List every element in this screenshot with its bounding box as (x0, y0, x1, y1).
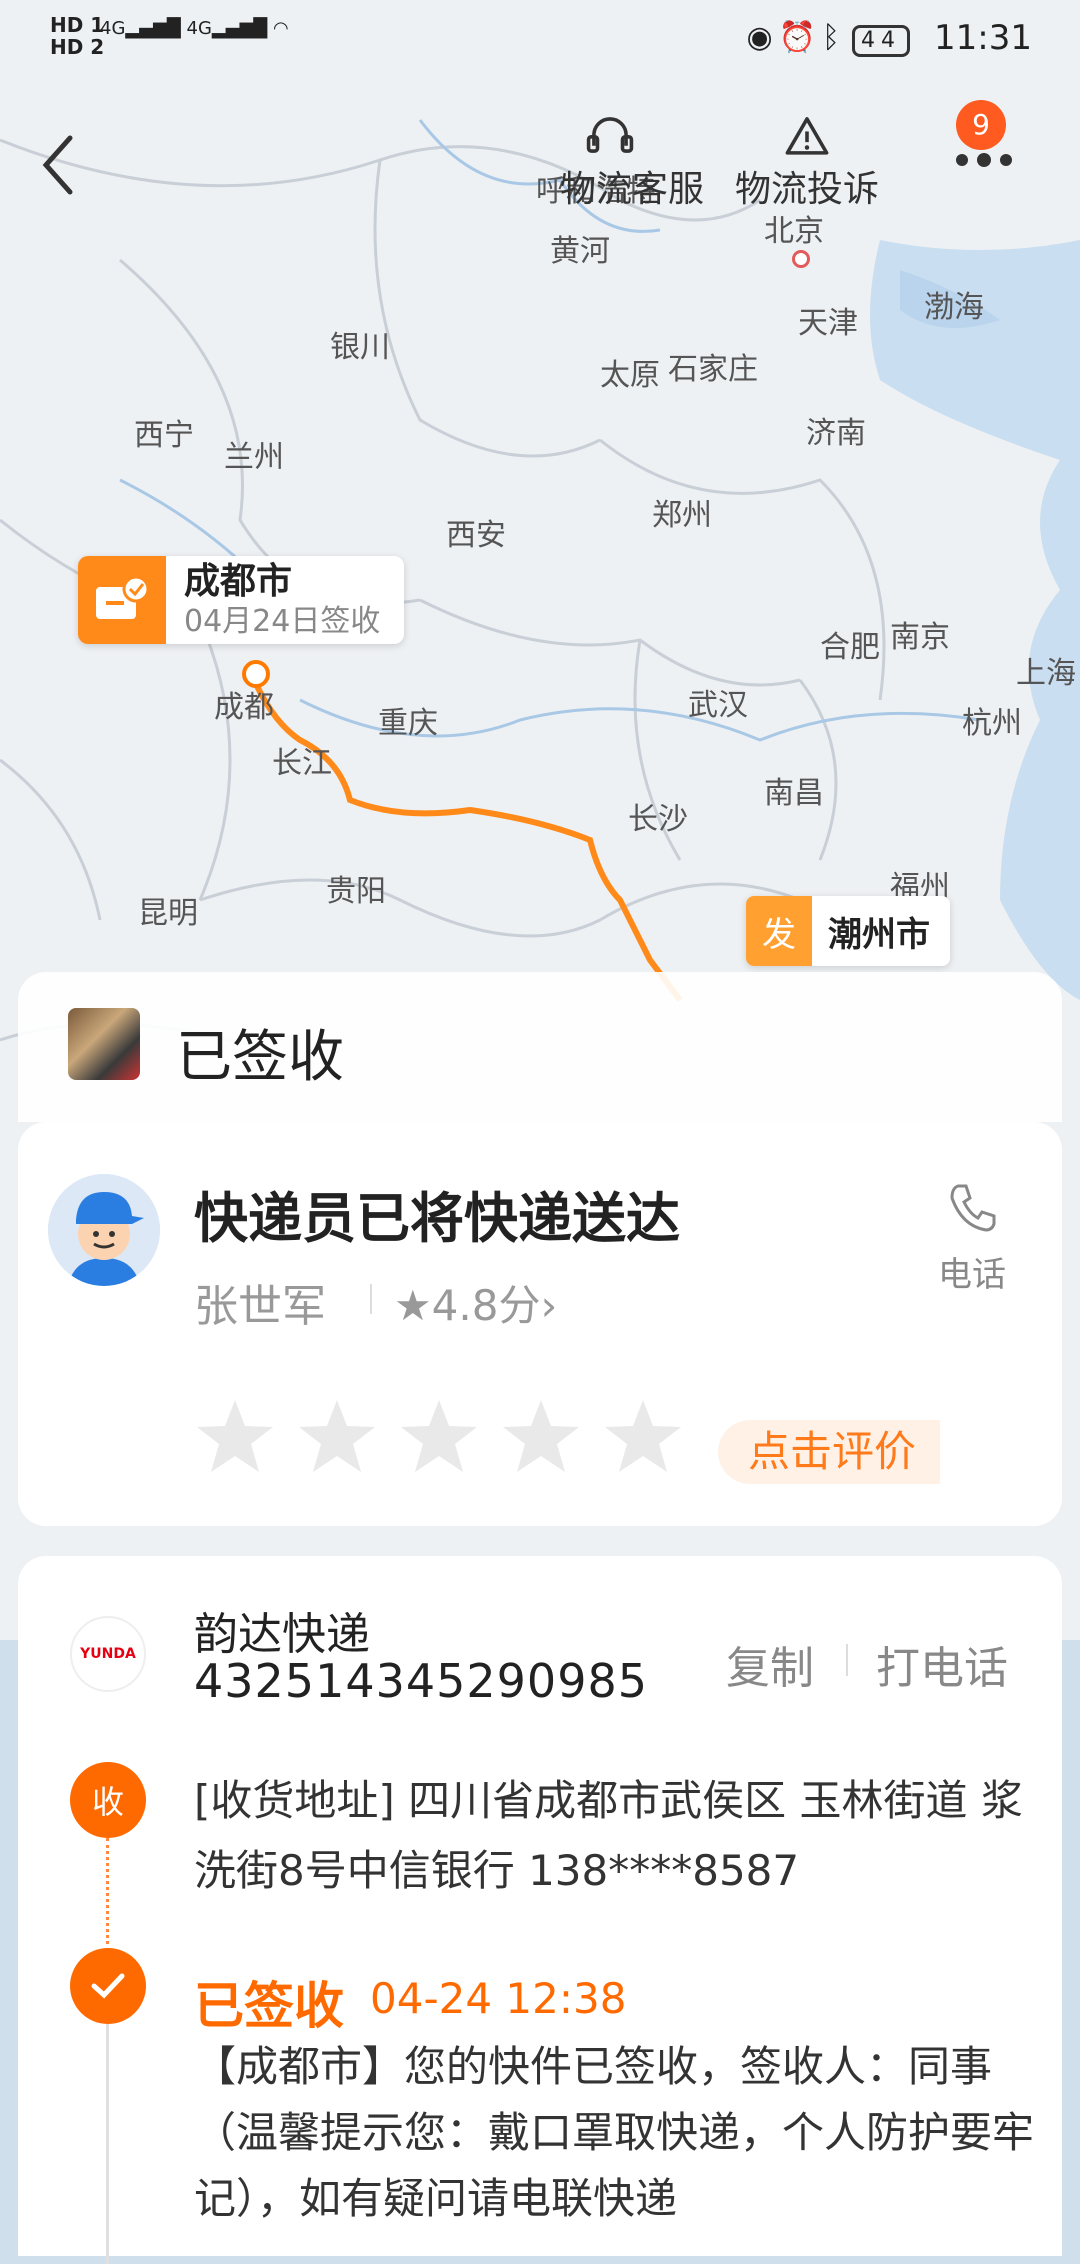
city-label: 天津 (798, 306, 858, 341)
system-icons: ◉⏰ᛒ 44 (746, 20, 910, 57)
chevron-left-icon (42, 135, 73, 195)
star-1-icon[interactable] (194, 1396, 276, 1478)
rate-button[interactable]: 点击评价 (718, 1420, 941, 1484)
destination-city: 成都市 (184, 561, 293, 602)
courier-rating[interactable]: ★4.8分› (394, 1272, 557, 1333)
divider (370, 1284, 372, 1314)
city-label: 昆明 (138, 896, 198, 931)
city-label: 贵阳 (326, 874, 386, 909)
chevron-right-icon: › (540, 1281, 558, 1330)
origin-city: 潮州市 (828, 914, 930, 955)
warning-icon (785, 117, 829, 155)
notification-badge: 9 (956, 100, 1006, 150)
battery-icon: 44 (852, 25, 910, 57)
city-label: 黄河 (550, 234, 610, 269)
star-4-icon[interactable] (500, 1396, 582, 1478)
city-label: 渤海 (924, 290, 984, 325)
package-status-title: 已签收 (176, 1025, 344, 1090)
signed-description: 【成都市】您的快件已签收，签收人：同事（温馨提示您：戴口罩取快递，个人防护要牢记… (194, 2042, 1035, 2223)
city-label: 西宁 (134, 418, 194, 453)
city-label: 南京 (890, 620, 950, 655)
package-thumbnail (68, 1008, 140, 1080)
city-label: 西安 (446, 518, 506, 553)
clock: 11:31 (934, 18, 1032, 58)
rating-stars[interactable] (194, 1396, 704, 1482)
destination-marker[interactable]: 成都市 04月24日签收 (78, 556, 405, 644)
destination-date: 04月24日签收 (184, 604, 381, 639)
sim1-label: HD 1 (50, 13, 105, 37)
carrier-name: 韵达快递 (194, 1609, 370, 1660)
city-label: 杭州 (962, 706, 1022, 741)
status-bar: HD 1 HD 2 4G▂▄▆█ 4G▂▄▆█ ◠ ◉⏰ᛒ 44 11:31 (0, 0, 1080, 80)
star-5-icon[interactable] (602, 1396, 684, 1478)
star-2-icon[interactable] (296, 1396, 378, 1478)
courier-card: 快递员已将快递送达 张世军 ★4.8分› 电话 点击评价 (18, 1122, 1062, 1526)
network2-label: 4G (186, 18, 212, 39)
timeline-connector (106, 1838, 109, 1944)
city-label: 长江 (272, 746, 332, 781)
city-label: 上海 (1016, 656, 1076, 691)
courier-name: 张世军 (194, 1281, 326, 1332)
city-label: 北京 (764, 206, 824, 268)
city-label: 重庆 (378, 706, 438, 741)
back-button[interactable] (36, 130, 86, 200)
tracking-number: 432514345290985 (194, 1654, 648, 1708)
origin-marker[interactable]: 发 潮州市 (746, 896, 950, 966)
rating-value: 4.8分 (431, 1281, 541, 1330)
copy-button[interactable]: 复制 (726, 1632, 814, 1696)
signed-status-title: 已签收 (194, 1977, 344, 2035)
signal-icon: 4G▂▄▆█ 4G▂▄▆█ ◠ (100, 18, 289, 39)
city-label: 合肥 (820, 630, 880, 665)
eye-icon: ◉ (746, 20, 779, 55)
check-icon (70, 1948, 146, 2024)
city-label: 成都 (214, 690, 274, 725)
sim-indicator: HD 1 HD 2 (50, 14, 104, 58)
delivery-address: [收货地址] 四川省成都市武侯区 玉林街道 浆洗街8号中信银行 138****8… (194, 1776, 1023, 1895)
city-label: 武汉 (688, 688, 748, 723)
logistics-service-label: 物流客服 (560, 169, 705, 210)
bluetooth-icon: ᛒ (822, 20, 846, 55)
city-label: 银川 (330, 330, 390, 365)
star-3-icon[interactable] (398, 1396, 480, 1478)
divider (846, 1644, 848, 1676)
alarm-icon: ⏰ (778, 20, 822, 55)
city-label: 郑州 (652, 498, 712, 533)
receive-address-icon: 收 (70, 1762, 146, 1838)
origin-tag: 发 (746, 896, 812, 966)
courier-delivered-title: 快递员已将快递送达 (194, 1187, 680, 1250)
city-label: 长沙 (628, 802, 688, 837)
phone-icon (950, 1184, 996, 1232)
courier-avatar (48, 1174, 160, 1286)
star-icon: ★ (394, 1281, 432, 1330)
yunda-logo: YUNDA (70, 1616, 146, 1692)
shipment-detail-card: YUNDA 韵达快递 432514345290985 复制 打电话 收 [收货地… (18, 1556, 1062, 2264)
city-label: 石家庄 (668, 352, 758, 387)
timeline-connector (106, 2024, 109, 2264)
logistics-complaint-label: 物流投诉 (734, 169, 879, 210)
city-label: 南昌 (764, 776, 824, 811)
call-button[interactable]: 打电话 (876, 1632, 1008, 1696)
headset-icon (586, 117, 634, 153)
route-end-point (242, 660, 270, 688)
sim2-label: HD 2 (50, 35, 105, 59)
phone-label: 电话 (938, 1255, 1006, 1295)
city-label: 太原 (600, 358, 660, 393)
city-label: 兰州 (224, 440, 284, 475)
signed-time: 04-24 12:38 (370, 1974, 627, 2023)
delivered-box-icon (78, 556, 166, 644)
package-status-card[interactable]: 已签收 (18, 972, 1062, 1122)
phone-button[interactable]: 电话 (938, 1178, 1006, 1296)
city-label: 济南 (806, 416, 866, 451)
logistics-complaint-button[interactable]: 物流投诉 (732, 110, 882, 212)
network1-label: 4G (100, 18, 126, 39)
logistics-service-button[interactable]: 物流客服 (560, 110, 704, 212)
